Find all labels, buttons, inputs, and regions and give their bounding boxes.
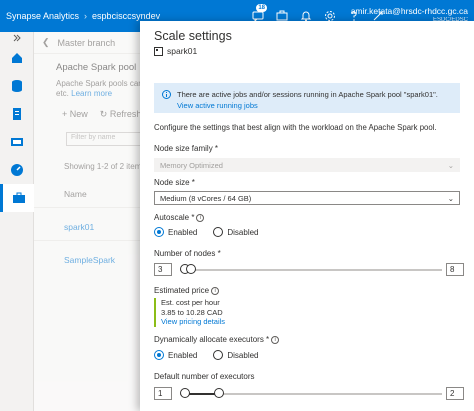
breadcrumb-separator: › <box>84 11 88 21</box>
view-pricing-link[interactable]: View pricing details <box>161 317 225 326</box>
radio-circle <box>154 227 164 237</box>
refresh-button[interactable]: ↻ Refresh <box>100 109 142 120</box>
info-icon[interactable]: i <box>211 286 220 295</box>
dynamic-executors-options: Enabled Disabled <box>154 350 259 360</box>
view-active-jobs-link[interactable]: View active running jobs <box>177 101 258 110</box>
node-size-family-select: Memory Optimized ⌄ <box>154 158 460 172</box>
pool-actions: + New ↻ Refresh <box>34 99 154 120</box>
node-size-label: Node size * <box>154 178 195 187</box>
pool-name-row: spark01 <box>154 46 197 56</box>
pool-name: spark01 <box>167 46 198 56</box>
nodes-min-input[interactable]: 3 <box>154 263 172 276</box>
node-size-family-label: Node size family * <box>154 144 219 153</box>
nav-data[interactable] <box>0 72 34 100</box>
chevron-down-icon: ⌄ <box>447 160 454 170</box>
executors-slider-max-thumb[interactable] <box>214 388 224 398</box>
learn-more-link[interactable]: Learn more <box>71 89 112 98</box>
pool-list-title: Apache Spark pool <box>56 62 137 73</box>
nav-home[interactable] <box>0 44 34 72</box>
autoscale-label: Autoscale * i <box>154 213 205 222</box>
branch-selector[interactable]: Master branch <box>58 38 116 48</box>
est-cost-range: 3.85 to 10.28 CAD <box>161 307 223 317</box>
autoscale-options: Enabled Disabled <box>154 227 259 237</box>
user-email: amir.ketata@hrsdc-rhdcc.gc.ca <box>350 6 468 16</box>
radio-circle <box>154 350 164 360</box>
est-cost-caption: Est. cost per hour <box>161 298 220 307</box>
executors-label: Default number of executors <box>154 372 255 381</box>
executors-slider-min-thumb[interactable] <box>180 388 190 398</box>
nodes-slider-max-thumb[interactable] <box>186 264 196 274</box>
pipeline-icon <box>11 138 23 146</box>
autoscale-disabled-radio[interactable]: Disabled <box>213 227 259 237</box>
filter-input[interactable]: Filter by name <box>66 132 146 146</box>
scale-settings-panel: Scale settings spark01 There are active … <box>140 21 474 411</box>
nodes-slider-track[interactable] <box>180 269 442 271</box>
app-name[interactable]: Synapse Analytics <box>0 11 79 21</box>
panel-title: Scale settings <box>154 29 232 43</box>
toolbox-icon <box>12 192 25 203</box>
nav-monitor[interactable] <box>0 156 34 184</box>
node-size-select[interactable]: Medium (8 vCores / 64 GB) ⌄ <box>154 191 460 205</box>
pool-list-description: Apache Spark pools can be etc. Learn mor… <box>56 79 154 98</box>
collapse-icon[interactable]: ❮ <box>42 37 50 48</box>
chevron-down-icon: ⌄ <box>447 193 454 203</box>
home-icon <box>12 53 22 63</box>
document-icon <box>13 108 21 120</box>
background-toolbar: ❮ Master branch <box>34 32 154 54</box>
intro-text: Configure the settings that best align w… <box>154 123 437 132</box>
autoscale-enabled-radio[interactable]: Enabled <box>154 227 197 237</box>
info-icon[interactable]: i <box>271 335 280 344</box>
info-icon[interactable]: i <box>196 213 205 222</box>
monitor-icon <box>11 164 23 176</box>
nav-develop[interactable] <box>0 100 34 128</box>
notification-count-badge: 18 <box>256 4 267 12</box>
estimated-price-box: Est. cost per hour 3.85 to 10.28 CAD Vie… <box>154 298 225 327</box>
nav-expand[interactable] <box>0 32 34 44</box>
executors-min-input[interactable]: 1 <box>154 387 172 400</box>
table-row[interactable]: SampleSpark <box>34 240 154 265</box>
estimated-price-label: Estimated price i <box>154 286 220 295</box>
radio-circle <box>213 227 224 237</box>
radio-circle <box>213 350 224 360</box>
table-row[interactable]: spark01 <box>34 207 154 232</box>
nodes-max-input[interactable]: 8 <box>446 263 464 276</box>
left-nav-rail <box>0 32 34 411</box>
dyn-disabled-radio[interactable]: Disabled <box>213 350 259 360</box>
database-icon <box>12 80 22 92</box>
item-count: Showing 1-2 of 2 items <box>64 162 146 171</box>
nav-manage[interactable] <box>0 184 34 212</box>
dynamic-executors-label: Dynamically allocate executors * i <box>154 335 280 344</box>
executors-max-input[interactable]: 2 <box>446 387 464 400</box>
spark-pool-icon <box>154 46 163 56</box>
chevron-double-icon <box>13 34 21 42</box>
nodes-label: Number of nodes * <box>154 249 221 258</box>
dyn-enabled-radio[interactable]: Enabled <box>154 350 197 360</box>
new-button[interactable]: + New <box>62 109 88 120</box>
background-pane: ❮ Master branch Apache Spark pool Apache… <box>34 32 154 411</box>
column-header-name: Name <box>64 189 87 199</box>
info-icon <box>162 90 171 99</box>
workspace-name[interactable]: espbcisccsyndev <box>92 11 160 21</box>
info-message-bar: There are active jobs and/or sessions ru… <box>154 83 460 113</box>
info-message: There are active jobs and/or sessions ru… <box>177 90 438 99</box>
nav-integrate[interactable] <box>0 128 34 156</box>
